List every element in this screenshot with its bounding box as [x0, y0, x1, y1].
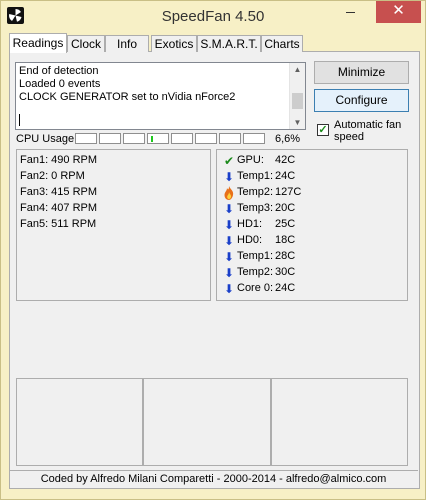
log-line: CLOCK GENERATOR set to nVidia nForce2	[19, 91, 236, 103]
close-icon: ✕	[392, 2, 405, 19]
cpu-usage-label: CPU Usage	[16, 133, 75, 145]
temperature-label: HD0:	[237, 234, 263, 246]
temperature-row: ⬇ Temp3: 20C	[222, 201, 402, 217]
tab-exotics[interactable]: Exotics	[151, 35, 197, 52]
temperature-row: ✔ GPU: 42C	[222, 153, 402, 169]
speedfan-window: SpeedFan 4.50 ✕ Readings Clock Info Exot…	[0, 0, 426, 500]
tab-clock[interactable]: Clock	[67, 35, 105, 52]
scroll-down-icon[interactable]: ▼	[290, 116, 305, 129]
temperature-value: 20C	[275, 202, 296, 214]
cpu-usage-meter	[195, 133, 217, 144]
cpu-usage-meter	[243, 133, 265, 144]
temperature-value: 25C	[275, 218, 296, 230]
cpu-usage-meter	[99, 133, 121, 144]
down-arrow-icon: ⬇	[223, 202, 235, 216]
fan-reading: Fan4: 407 RPM	[20, 202, 98, 214]
minimize-window-button[interactable]	[336, 1, 365, 23]
cpu-usage-bar	[151, 136, 153, 142]
cpu-usage-meter	[171, 133, 193, 144]
cpu-usage-meter	[123, 133, 145, 144]
check-icon: ✔	[223, 154, 235, 168]
temperature-label: Temp1:	[237, 250, 274, 262]
temperature-row: ⬇ Temp1: 28C	[222, 249, 402, 265]
temperature-row: Temp2: 127C	[222, 185, 402, 201]
checkmark-icon: ✓	[318, 124, 328, 136]
temperature-label: Temp2:	[237, 266, 274, 278]
temperature-value: 24C	[275, 170, 296, 182]
cpu-usage-meter	[219, 133, 241, 144]
credits-footer: Coded by Alfredo Milani Comparetti - 200…	[9, 470, 418, 487]
temperature-row: ⬇ HD1: 25C	[222, 217, 402, 233]
text-caret	[19, 114, 20, 126]
flame-icon	[222, 186, 236, 200]
down-arrow-icon: ⬇	[223, 250, 235, 264]
temperature-label: Temp1:	[237, 170, 274, 182]
temperature-label: Temp3:	[237, 202, 274, 214]
temperature-label: Core 0:	[237, 282, 274, 294]
scrollbar-thumb[interactable]	[292, 93, 303, 109]
temperature-value: 30C	[275, 266, 296, 278]
close-window-button[interactable]: ✕	[376, 1, 421, 23]
temperature-row: ⬇ Core 0: 24C	[222, 281, 402, 297]
chart-panel-right	[271, 378, 408, 466]
temperature-row: ⬇ Temp1: 24C	[222, 169, 402, 185]
tab-charts[interactable]: Charts	[261, 35, 303, 52]
tab-info[interactable]: Info	[105, 35, 149, 52]
temperature-label: GPU:	[237, 154, 264, 166]
event-log[interactable]: End of detection Loaded 0 events CLOCK G…	[15, 62, 306, 130]
title-bar[interactable]: SpeedFan 4.50 ✕	[1, 1, 425, 31]
fan-reading: Fan2: 0 RPM	[20, 170, 85, 182]
fan-reading: Fan3: 415 RPM	[20, 186, 98, 198]
log-line: End of detection	[19, 65, 99, 77]
cpu-usage-meter	[147, 133, 169, 144]
temperature-value: 127C	[275, 186, 302, 198]
automatic-fan-speed-label: Automatic fan speed	[334, 119, 402, 143]
cpu-usage-value: 6,6%	[275, 133, 301, 145]
temperature-value: 24C	[275, 282, 296, 294]
tab-readings[interactable]: Readings	[9, 33, 67, 53]
down-arrow-icon: ⬇	[223, 266, 235, 280]
temperature-value: 18C	[275, 234, 296, 246]
log-scrollbar[interactable]: ▲ ▼	[289, 63, 305, 129]
fan-reading: Fan5: 511 RPM	[20, 218, 97, 230]
cpu-usage-meter	[75, 133, 97, 144]
fan-reading: Fan1: 490 RPM	[20, 154, 98, 166]
down-arrow-icon: ⬇	[223, 218, 235, 232]
temperature-label: HD1:	[237, 218, 263, 230]
automatic-fan-speed-checkbox[interactable]: ✓	[317, 124, 329, 136]
temperature-label: Temp2:	[237, 186, 274, 198]
down-arrow-icon: ⬇	[223, 282, 235, 296]
scroll-up-icon[interactable]: ▲	[290, 63, 305, 76]
configure-button[interactable]: Configure	[314, 89, 409, 112]
temperature-value: 28C	[275, 250, 296, 262]
chart-panel-middle	[143, 378, 271, 466]
temperature-row: ⬇ HD0: 18C	[222, 233, 402, 249]
temperature-value: 42C	[275, 154, 296, 166]
minimize-button[interactable]: Minimize	[314, 61, 409, 84]
chart-panel-left	[16, 378, 143, 466]
log-line: Loaded 0 events	[19, 78, 101, 90]
temperature-row: ⬇ Temp2: 30C	[222, 265, 402, 281]
tab-smart[interactable]: S.M.A.R.T.	[197, 35, 261, 52]
minimize-icon	[346, 12, 355, 13]
down-arrow-icon: ⬇	[223, 170, 235, 184]
temperatures-box: ✔ GPU: 42C ⬇ Temp1: 24C Temp2: 127C ⬇ Temp3: 20C ⬇ H…	[216, 149, 408, 301]
down-arrow-icon: ⬇	[223, 234, 235, 248]
fan-speeds-box: Fan1: 490 RPM Fan2: 0 RPM Fan3: 415 RPM …	[16, 149, 211, 301]
